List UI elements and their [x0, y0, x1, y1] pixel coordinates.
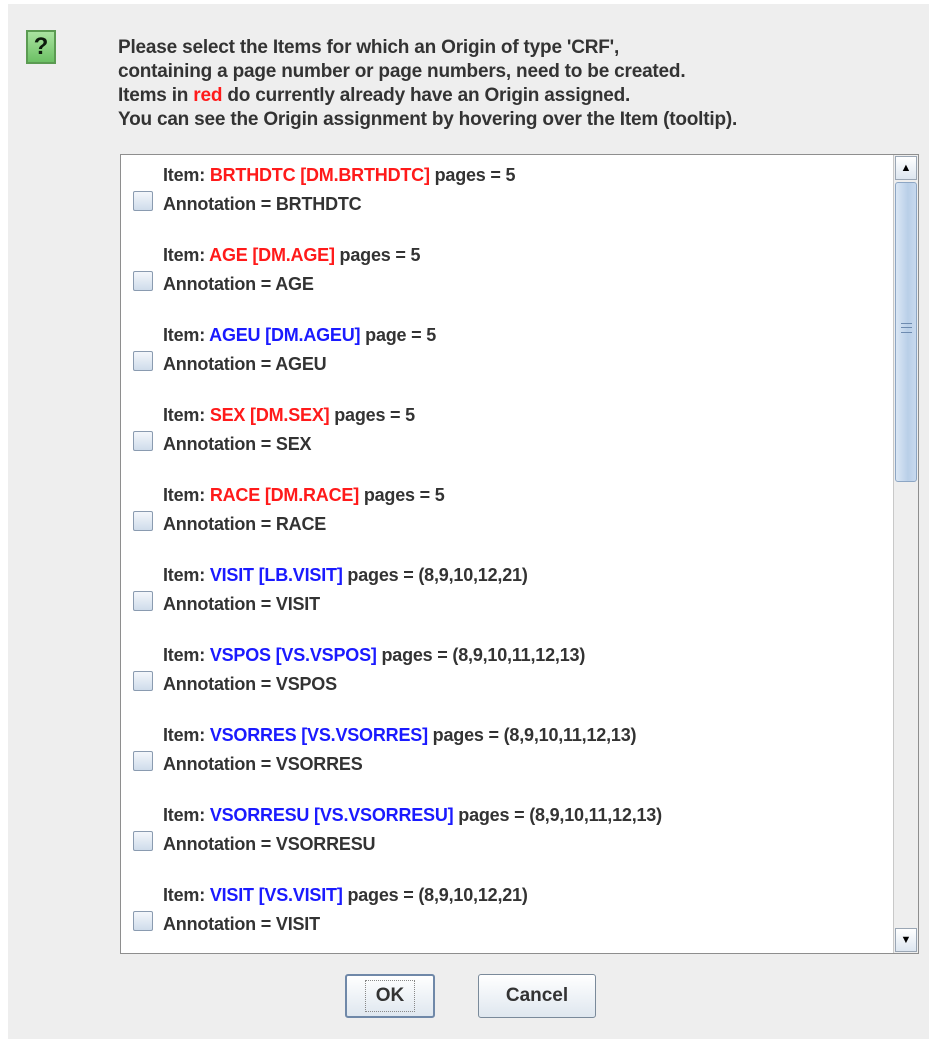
item-pages: pages = (8,9,10,11,12,13) [453, 805, 662, 825]
grip-icon [901, 323, 912, 333]
item-label: Item: AGEU [DM.AGEU] page = 5 [163, 325, 436, 346]
item-annotation: Annotation = VSPOS [163, 674, 337, 694]
item-name: RACE [DM.RACE] [209, 485, 360, 505]
item-pages: pages = (8,9,10,11,12,13) [427, 725, 637, 745]
item-name: VISIT [VS.VISIT] [209, 885, 343, 905]
item-checkbox[interactable] [133, 191, 153, 211]
item-label: Item: VSPOS [VS.VSPOS] pages = (8,9,10,1… [163, 645, 585, 666]
item-annotation: Annotation = VISIT [163, 914, 320, 934]
cancel-button[interactable]: Cancel [478, 974, 596, 1018]
item-checkbox[interactable] [133, 591, 153, 611]
item-name: AGEU [DM.AGEU] [209, 325, 361, 345]
vertical-scrollbar[interactable]: ▲ ▼ [893, 155, 918, 953]
item-checkbox[interactable] [133, 671, 153, 691]
item-prefix: Item: [163, 885, 210, 905]
item-label: Item: VSORRES [VS.VSORRES] pages = (8,9,… [163, 725, 637, 746]
list-item[interactable]: Item: BRTHDTC [DM.BRTHDTC] pages = 5 Anno… [131, 161, 881, 231]
item-label: Item: VISIT [VS.VISIT] pages = (8,9,10,1… [163, 885, 528, 906]
list-item[interactable]: Item: AGEU [DM.AGEU] page = 5 Annotation … [131, 321, 881, 391]
list-item[interactable]: Item: VISIT [VS.VISIT] pages = (8,9,10,1… [131, 881, 881, 951]
scroll-down-icon[interactable]: ▼ [895, 928, 917, 952]
item-annotation: Annotation = AGE [163, 274, 314, 294]
list-item[interactable]: Item: SEX [DM.SEX] pages = 5 Annotation =… [131, 401, 881, 471]
list-item[interactable]: Item: VISIT [LB.VISIT] pages = (8,9,10,1… [131, 561, 881, 631]
list-item[interactable]: Item: VSPOS [VS.VSPOS] pages = (8,9,10,1… [131, 641, 881, 711]
item-pages: pages = 5 [329, 405, 415, 425]
list-item[interactable]: Item: RACE [DM.RACE] pages = 5 Annotation… [131, 481, 881, 551]
ok-button[interactable]: OK [345, 974, 435, 1018]
item-prefix: Item: [163, 405, 210, 425]
item-pages: pages = (8,9,10,11,12,13) [376, 645, 586, 665]
item-prefix: Item: [163, 725, 210, 745]
item-prefix: Item: [163, 805, 210, 825]
item-annotation: Annotation = SEX [163, 434, 312, 454]
item-annotation: Annotation = BRTHDTC [163, 194, 362, 214]
item-pages: pages = 5 [429, 165, 516, 185]
item-annotation: Annotation = VSORRESU [163, 834, 376, 854]
message-line-1: Please select the Items for which an Ori… [118, 37, 620, 58]
item-prefix: Item: [163, 565, 210, 585]
item-checkbox[interactable] [133, 831, 153, 851]
item-name: BRTHDTC [DM.BRTHDTC] [209, 165, 430, 185]
list-item[interactable]: Item: AGE [DM.AGE] pages = 5 Annotation =… [131, 241, 881, 311]
list-item[interactable]: Item: VSORRESU [VS.VSORRESU] pages = (8,… [131, 801, 881, 871]
item-name: AGE [DM.AGE] [209, 245, 335, 265]
red-word: red [193, 85, 223, 106]
items-list[interactable]: Item: BRTHDTC [DM.BRTHDTC] pages = 5 Anno… [120, 154, 919, 954]
item-checkbox[interactable] [133, 431, 153, 451]
item-checkbox[interactable] [133, 271, 153, 291]
item-name: SEX [DM.SEX] [209, 405, 330, 425]
item-pages: page = 5 [360, 325, 437, 345]
item-name: VSORRESU [VS.VSORRESU] [209, 805, 454, 825]
item-prefix: Item: [163, 325, 210, 345]
list-item[interactable]: Item: VSORRES [VS.VSORRES] pages = (8,9,… [131, 721, 881, 791]
item-annotation: Annotation = AGEU [163, 354, 327, 374]
item-name: VSPOS [VS.VSPOS] [209, 645, 377, 665]
item-label: Item: SEX [DM.SEX] pages = 5 [163, 405, 415, 426]
item-checkbox[interactable] [133, 911, 153, 931]
item-prefix: Item: [163, 165, 210, 185]
item-annotation: Annotation = RACE [163, 514, 327, 534]
question-icon: ? [26, 30, 56, 64]
item-pages: pages = 5 [359, 485, 445, 505]
item-annotation: Annotation = VISIT [163, 594, 320, 614]
item-label: Item: RACE [DM.RACE] pages = 5 [163, 485, 445, 506]
item-name: VISIT [LB.VISIT] [209, 565, 343, 585]
origin-dialog: ? Please select the Items for which an O… [8, 4, 929, 1039]
item-pages: pages = (8,9,10,12,21) [342, 565, 528, 585]
item-checkbox[interactable] [133, 511, 153, 531]
item-pages: pages = 5 [334, 245, 421, 265]
item-label: Item: VSORRESU [VS.VSORRESU] pages = (8,… [163, 805, 662, 826]
item-checkbox[interactable] [133, 751, 153, 771]
scroll-thumb[interactable] [895, 182, 917, 482]
item-name: VSORRES [VS.VSORRES] [209, 725, 428, 745]
item-label: Item: AGE [DM.AGE] pages = 5 [163, 245, 421, 266]
item-prefix: Item: [163, 485, 210, 505]
item-pages: pages = (8,9,10,12,21) [342, 885, 528, 905]
message-line-3: Items in red do currently already have a… [118, 85, 631, 106]
message-line-4: You can see the Origin assignment by hov… [118, 109, 738, 130]
item-prefix: Item: [163, 245, 210, 265]
item-annotation: Annotation = VSORRES [163, 754, 363, 774]
item-label: Item: BRTHDTC [DM.BRTHDTC] pages = 5 [163, 165, 516, 186]
item-prefix: Item: [163, 645, 210, 665]
scroll-up-icon[interactable]: ▲ [895, 156, 917, 180]
item-checkbox[interactable] [133, 351, 153, 371]
message-line-2: containing a page number or page numbers… [118, 61, 686, 82]
dialog-message: Please select the Items for which an Ori… [118, 36, 737, 132]
item-label: Item: VISIT [LB.VISIT] pages = (8,9,10,1… [163, 565, 528, 586]
